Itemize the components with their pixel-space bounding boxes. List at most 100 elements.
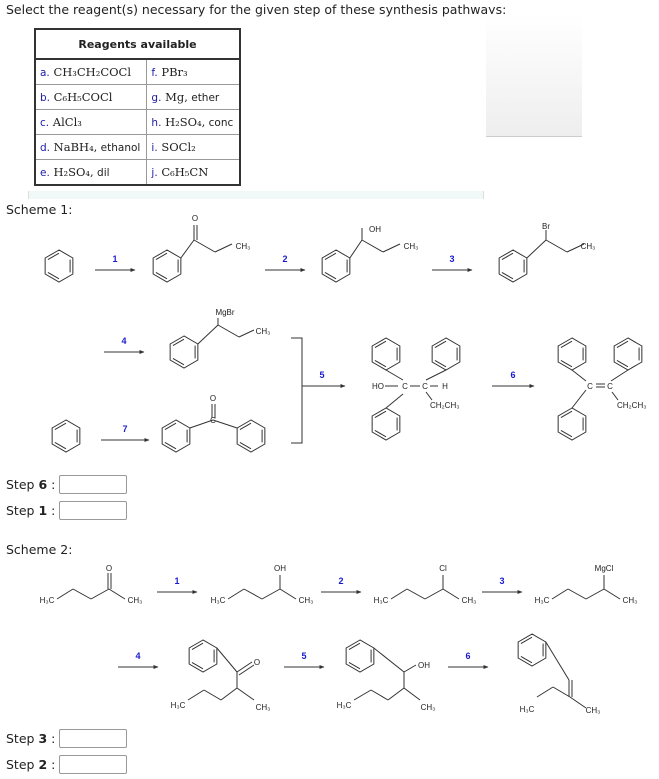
carbon-label: C xyxy=(607,382,613,391)
bond xyxy=(227,588,245,600)
step-number-label: 7 xyxy=(122,424,127,434)
bond xyxy=(403,664,417,673)
step-label: Step xyxy=(6,476,35,492)
alcohol-ring-top-right xyxy=(431,337,461,371)
ring-double-bond xyxy=(191,661,204,670)
scheme2-step-3-input[interactable] xyxy=(59,728,128,748)
oxygen-label: O xyxy=(192,214,198,223)
oxygen-label: O xyxy=(210,394,216,403)
alkene-ring-bottom xyxy=(557,407,587,441)
methyl-label: CH₃ xyxy=(623,596,638,605)
bond xyxy=(571,369,587,382)
ring-double-bond xyxy=(374,359,387,368)
alcohol2-ring xyxy=(345,639,375,673)
bond xyxy=(236,687,255,701)
bond xyxy=(72,588,92,600)
carbonyl-bond xyxy=(236,661,253,673)
ring-double-bond xyxy=(434,359,447,368)
ring-outline xyxy=(371,337,401,371)
scheme2-step-2-input[interactable] xyxy=(59,754,128,774)
ethyl-label: CH₂CH₃ xyxy=(617,401,646,410)
step-number-label: 5 xyxy=(301,651,306,661)
step-number-label: 6 xyxy=(510,370,515,380)
methyl-label: CH₃ xyxy=(256,703,271,712)
step-colon: : xyxy=(51,730,56,746)
step-label: Step xyxy=(6,502,35,518)
bond xyxy=(370,689,389,701)
scheme1-step-6-row: Step 6 : xyxy=(6,473,128,495)
ring-double-bond xyxy=(155,252,168,261)
bond xyxy=(212,419,238,429)
methyl-label: CH₃ xyxy=(462,596,477,605)
carbon-label: C xyxy=(402,382,408,391)
step-number: 3 xyxy=(38,730,48,746)
step-number-label: 2 xyxy=(338,576,343,586)
alcohol-ring-top-left xyxy=(371,337,401,371)
methyl-label: H₃C xyxy=(337,701,352,710)
ring-outline xyxy=(371,407,401,441)
bond xyxy=(217,324,240,338)
hydroxyl-label: OH xyxy=(418,661,430,670)
scheme1-step-1-input[interactable] xyxy=(59,500,128,520)
ring-double-bond xyxy=(374,340,387,349)
chlorine-label: Cl xyxy=(439,564,447,573)
step-number-label: 2 xyxy=(282,254,287,264)
ring-outline xyxy=(517,633,547,667)
ring-outline xyxy=(321,249,351,283)
bond xyxy=(425,391,433,401)
bond xyxy=(526,239,547,259)
ring-outline xyxy=(44,249,74,283)
ring-outline xyxy=(498,249,528,283)
ring-double-bond xyxy=(47,252,60,261)
ring-double-bond xyxy=(164,441,177,450)
step-label: Step xyxy=(6,756,35,772)
scheme1-step-1-row: Step 1 : xyxy=(6,499,128,521)
carbonyl-bond xyxy=(238,664,255,676)
bond xyxy=(552,686,571,698)
ring-outline xyxy=(188,639,218,673)
bond xyxy=(373,647,405,673)
methyl-label: H₃C xyxy=(374,596,389,605)
ring-double-bond xyxy=(164,422,177,431)
bond xyxy=(180,239,195,259)
hydroxyl-label: HO xyxy=(372,382,384,391)
bond xyxy=(567,588,587,600)
step-colon: : xyxy=(51,502,56,518)
step-number-label: 3 xyxy=(449,254,454,264)
ring-outline xyxy=(557,337,587,371)
bond xyxy=(214,243,233,253)
bond xyxy=(387,687,405,701)
bond xyxy=(551,588,569,600)
step-label: Step xyxy=(6,730,35,746)
bond xyxy=(603,588,621,600)
ring-double-bond xyxy=(374,410,387,419)
scheme2-step-3-row: Step 3 : xyxy=(6,727,128,749)
propiophenone-ring xyxy=(152,249,182,283)
ring-outline xyxy=(557,407,587,441)
step-number-label: 6 xyxy=(465,651,470,661)
bond xyxy=(585,588,605,600)
alkene-ring-top-left xyxy=(557,337,587,371)
hydrogen-label: H xyxy=(442,382,448,391)
scheme1-step-6-input[interactable] xyxy=(59,474,128,494)
benzophenone-ring-right xyxy=(236,419,266,453)
bond xyxy=(545,641,570,681)
bond xyxy=(108,588,126,600)
ring-double-bond xyxy=(239,441,252,450)
combine-bracket xyxy=(291,337,303,444)
bond xyxy=(187,689,205,701)
scheme2-label: Scheme 2: xyxy=(6,542,73,557)
scheme2-step-2-row: Step 2 : xyxy=(6,753,128,775)
alcohol-ring-bottom xyxy=(371,407,401,441)
step-number-label: 5 xyxy=(319,370,324,380)
carbon-label: C xyxy=(587,382,593,391)
step-number-label: 3 xyxy=(499,576,504,586)
bond xyxy=(193,239,216,253)
bond xyxy=(261,588,281,600)
oxygen-label: O xyxy=(254,658,260,667)
ring-outline xyxy=(345,639,375,673)
methyl-label: CH₃ xyxy=(586,706,601,715)
bond xyxy=(442,588,460,600)
ring-double-bond xyxy=(324,252,337,261)
ring-outline xyxy=(236,419,266,453)
